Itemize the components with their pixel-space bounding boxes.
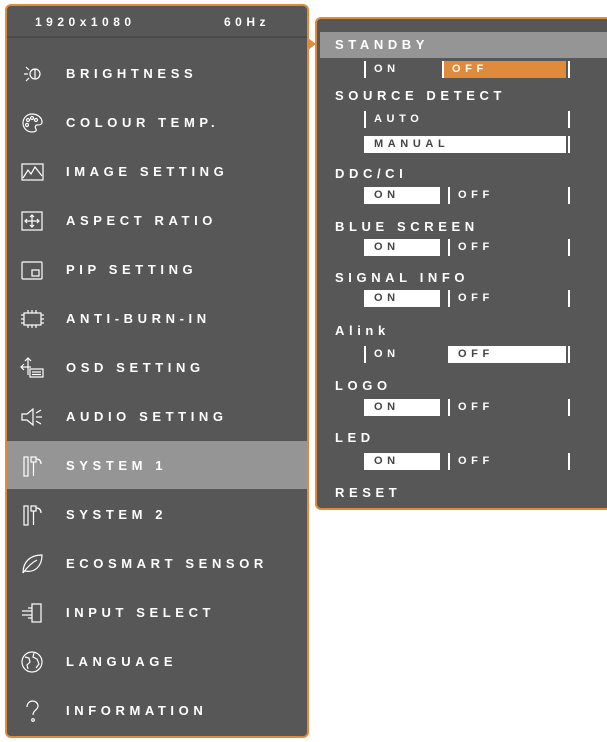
- source-detect-label: SOURCE DETECT: [335, 88, 507, 103]
- option-divider: [568, 239, 570, 256]
- menu-item-label: AUDIO SETTING: [66, 409, 228, 424]
- menu-item-aspect-ratio[interactable]: ASPECT RATIO: [7, 196, 307, 244]
- ddc-ci-on-option[interactable]: ON: [366, 187, 440, 204]
- source-detect-auto-option[interactable]: AUTO: [366, 111, 566, 128]
- menu-item-system-1[interactable]: SYSTEM 1: [7, 441, 307, 489]
- menu-item-label: LANGUAGE: [66, 654, 178, 669]
- menu-item-label: INPUT SELECT: [66, 605, 216, 620]
- signal-info-off-option[interactable]: OFF: [450, 290, 566, 307]
- menu-item-brightness[interactable]: BRIGHTNESS: [7, 49, 307, 97]
- option-divider: [568, 453, 570, 470]
- standby-off-option[interactable]: OFF: [444, 61, 566, 78]
- menu-item-ecosmart-sensor[interactable]: ECOSMART SENSOR: [7, 539, 307, 587]
- menu-item-osd-setting[interactable]: OSD SETTING: [7, 343, 307, 391]
- blue-screen-on-option[interactable]: ON: [366, 239, 440, 256]
- menu-item-label: OSD SETTING: [66, 360, 205, 375]
- alink-on-option[interactable]: ON: [366, 346, 442, 363]
- signal-info-label: SIGNAL INFO: [335, 270, 470, 285]
- selection-arrow-icon: [308, 38, 316, 50]
- globe-icon: [19, 649, 45, 675]
- menu-item-anti-burn-in[interactable]: ANTI-BURN-IN: [7, 294, 307, 342]
- option-divider: [568, 290, 570, 307]
- logo-off-option[interactable]: OFF: [450, 399, 566, 416]
- header-divider: [7, 36, 307, 38]
- menu-item-colour-temp[interactable]: COLOUR TEMP.: [7, 98, 307, 146]
- option-divider: [568, 346, 570, 363]
- menu-item-label: COLOUR TEMP.: [66, 115, 220, 130]
- palette-icon: [19, 110, 45, 136]
- standby-on-option[interactable]: ON: [366, 61, 436, 78]
- option-divider: [568, 111, 570, 128]
- menu-item-label: SYSTEM 2: [66, 507, 168, 522]
- speaker-icon: [19, 404, 45, 430]
- image-icon: [19, 159, 45, 185]
- menu-item-language[interactable]: LANGUAGE: [7, 637, 307, 685]
- menu-item-pip-setting[interactable]: PIP SETTING: [7, 245, 307, 293]
- ddc-ci-off-option[interactable]: OFF: [450, 187, 566, 204]
- aspect-ratio-icon: [19, 208, 45, 234]
- signal-info-on-option[interactable]: ON: [366, 290, 440, 307]
- menu-item-label: ECOSMART SENSOR: [66, 556, 268, 571]
- option-divider: [568, 61, 570, 78]
- menu-item-label: INFORMATION: [66, 703, 208, 718]
- menu-item-label: ANTI-BURN-IN: [66, 311, 211, 326]
- tools-icon: [19, 453, 45, 479]
- chip-icon: [19, 306, 45, 332]
- system-1-submenu: STANDBY ON OFF SOURCE DETECT AUTO MANUAL…: [308, 17, 607, 510]
- menu-item-image-setting[interactable]: IMAGE SETTING: [7, 147, 307, 195]
- menu-item-label: SYSTEM 1: [66, 458, 168, 473]
- question-icon: [19, 698, 45, 724]
- menu-item-label: PIP SETTING: [66, 262, 198, 277]
- standby-label: STANDBY: [335, 37, 430, 52]
- resolution-header: 1920x1080 60Hz: [7, 8, 307, 36]
- source-detect-manual-option[interactable]: MANUAL: [366, 136, 566, 153]
- alink-label: Alink: [335, 323, 390, 338]
- main-menu-panel: 1920x1080 60Hz BRIGHTNESS COLOUR TEMP. I…: [5, 4, 309, 738]
- option-divider: [568, 187, 570, 204]
- menu-item-input-select[interactable]: INPUT SELECT: [7, 588, 307, 636]
- menu-item-label: ASPECT RATIO: [66, 213, 218, 228]
- input-icon: [19, 600, 45, 626]
- refresh-rate-text: 60Hz: [224, 15, 271, 29]
- brightness-icon: [19, 61, 45, 87]
- reset-button[interactable]: RESET: [335, 485, 401, 500]
- blue-screen-off-option[interactable]: OFF: [450, 239, 566, 256]
- menu-item-system-2[interactable]: SYSTEM 2: [7, 490, 307, 538]
- leaf-icon: [19, 551, 45, 577]
- menu-item-label: IMAGE SETTING: [66, 164, 229, 179]
- option-divider: [568, 399, 570, 416]
- blue-screen-label: BLUE SCREEN: [335, 219, 479, 234]
- menu-item-audio-setting[interactable]: AUDIO SETTING: [7, 392, 307, 440]
- osd-icon: [19, 355, 45, 381]
- led-on-option[interactable]: ON: [366, 453, 440, 470]
- menu-item-information[interactable]: INFORMATION: [7, 686, 307, 734]
- standby-row[interactable]: STANDBY: [308, 32, 607, 58]
- pip-icon: [19, 257, 45, 283]
- option-divider: [568, 136, 570, 153]
- logo-label: LOGO: [335, 378, 392, 393]
- ddc-ci-label: DDC/CI: [335, 166, 408, 181]
- alink-off-option[interactable]: OFF: [450, 346, 566, 363]
- resolution-text: 1920x1080: [35, 15, 136, 29]
- led-off-option[interactable]: OFF: [450, 453, 566, 470]
- tools-icon: [19, 502, 45, 528]
- logo-on-option[interactable]: ON: [366, 399, 440, 416]
- menu-item-label: BRIGHTNESS: [66, 66, 198, 81]
- led-label: LED: [335, 430, 375, 445]
